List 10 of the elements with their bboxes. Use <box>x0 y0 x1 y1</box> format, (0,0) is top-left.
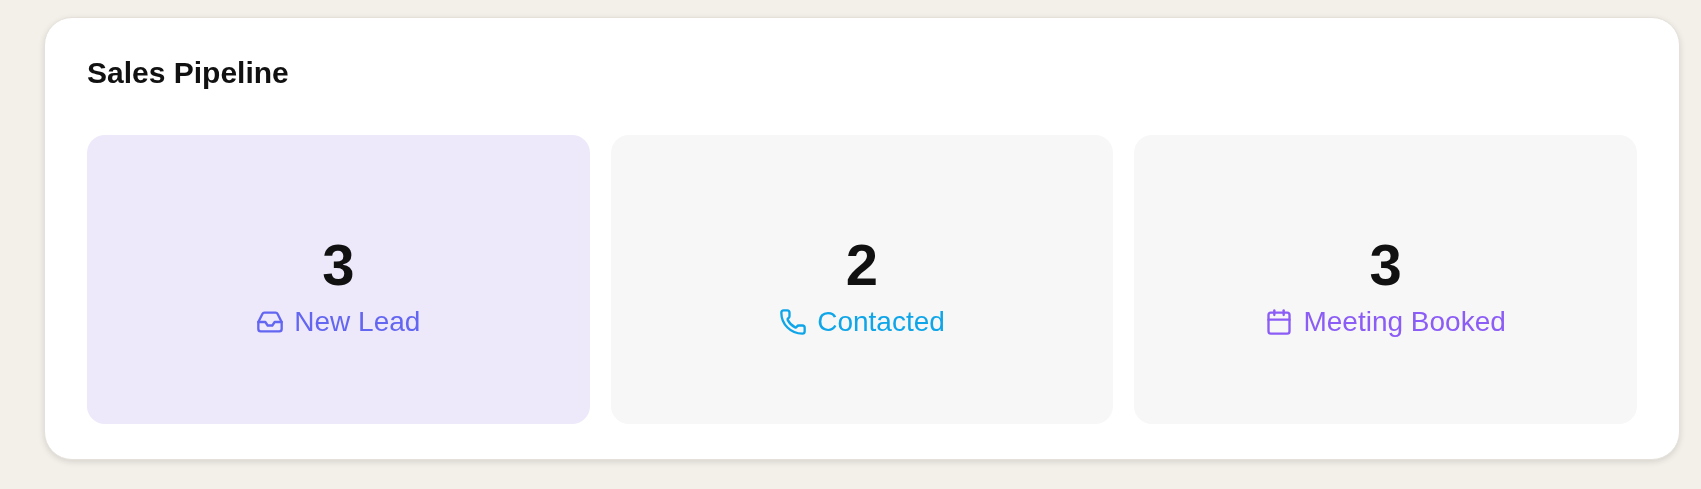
card-title: Sales Pipeline <box>87 58 289 88</box>
stage-label: Contacted <box>817 307 945 336</box>
stage-label: Meeting Booked <box>1303 307 1506 336</box>
stage-label: New Lead <box>294 307 421 336</box>
stage-tile[interactable]: 3 New Lead <box>87 135 590 424</box>
stage-count: 3 <box>322 235 355 294</box>
stage-tile[interactable]: 2 Contacted <box>610 135 1114 424</box>
stage-tile[interactable]: 3 Meeting Booked <box>1134 135 1637 424</box>
stage-count: 2 <box>845 235 879 294</box>
stage-count: 3 <box>1369 235 1402 294</box>
